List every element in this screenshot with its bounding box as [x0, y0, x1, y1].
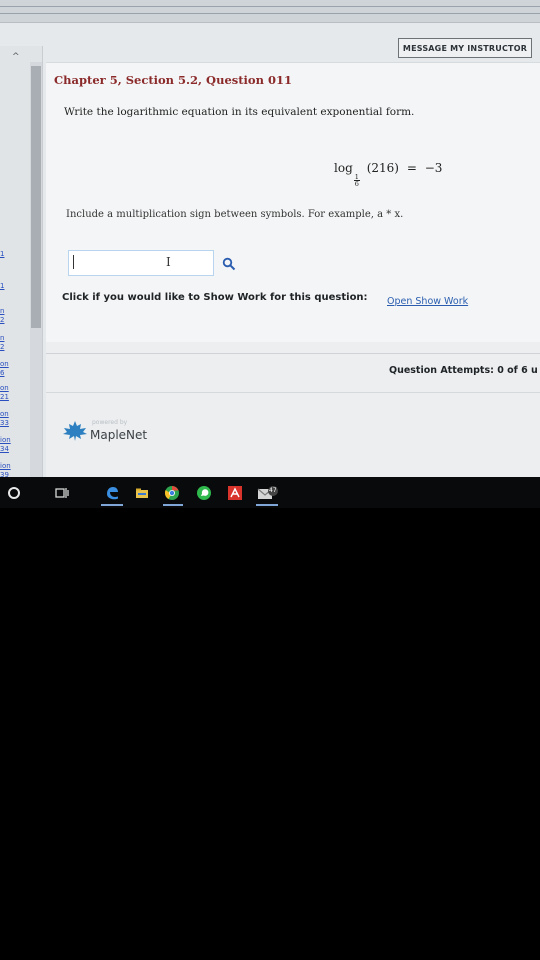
sidebar-link[interactable]: ion	[0, 436, 11, 444]
powered-by-label: powered by	[92, 419, 128, 426]
taskbar-active-indicator	[163, 504, 183, 506]
equation-result: −3	[424, 161, 443, 175]
ibeam-cursor-icon: I	[166, 255, 171, 269]
whatsapp-icon[interactable]	[195, 484, 213, 502]
sidebar-link[interactable]: 1	[0, 250, 4, 258]
sidebar-link[interactable]: 21	[0, 393, 9, 401]
log-base-denominator: 6	[354, 180, 359, 188]
equals-sign: =	[406, 161, 417, 175]
question-instruction: Write the logarithmic equation in its eq…	[64, 106, 415, 118]
chrome-icon[interactable]	[163, 484, 181, 502]
divider	[46, 353, 540, 354]
maplenet-logo-text: MapleNet	[90, 428, 148, 442]
show-work-prompt: Click if you would like to Show Work for…	[62, 292, 368, 303]
mail-badge: 47	[269, 487, 277, 494]
sidebar-link[interactable]: 1	[0, 282, 4, 290]
task-view-icon[interactable]	[54, 485, 70, 501]
log-base: 16	[353, 174, 360, 188]
sidebar-link[interactable]: n	[0, 307, 4, 315]
log-argument: (216)	[366, 161, 399, 175]
mail-icon[interactable]: 47	[256, 484, 280, 502]
magnifier-icon[interactable]	[222, 257, 236, 271]
sidebar-link[interactable]: 2	[0, 316, 4, 324]
maple-leaf-icon	[63, 421, 87, 441]
message-instructor-button[interactable]: MESSAGE MY INSTRUCTOR	[398, 38, 532, 58]
browser-top-bar	[0, 0, 540, 23]
cortana-icon[interactable]	[6, 485, 22, 501]
sidebar-link[interactable]: 33	[0, 419, 9, 427]
windows-taskbar: 47	[0, 477, 540, 508]
sidebar-link[interactable]: on	[0, 384, 9, 392]
sidebar-scrollbar-thumb[interactable]	[31, 66, 41, 328]
taskbar-active-indicator	[256, 504, 278, 506]
sidebar-link[interactable]: ion	[0, 462, 11, 470]
sidebar-link[interactable]: on	[0, 410, 9, 418]
log-label: log	[334, 161, 353, 175]
sidebar-link[interactable]: n	[0, 334, 4, 342]
question-heading: Chapter 5, Section 5.2, Question 011	[54, 73, 292, 87]
sidebar-link[interactable]: 2	[0, 343, 4, 351]
sidebar-link[interactable]: 6	[0, 369, 4, 377]
file-explorer-icon[interactable]	[134, 485, 150, 501]
taskbar-active-indicator	[101, 504, 123, 506]
question-footer-area	[46, 342, 540, 488]
sidebar-link[interactable]: on	[0, 360, 9, 368]
log-equation: log 1 6 (216) = −3	[334, 161, 442, 187]
acrobat-icon[interactable]	[226, 484, 244, 502]
input-hint: Include a multiplication sign between sy…	[66, 209, 404, 220]
edge-icon[interactable]	[103, 484, 121, 502]
scroll-up-icon[interactable]: ^	[12, 52, 20, 62]
text-caret	[73, 255, 74, 269]
divider	[46, 392, 540, 393]
sidebar-link[interactable]: 34	[0, 445, 9, 453]
open-show-work-link[interactable]: Open Show Work	[387, 296, 468, 307]
answer-input[interactable]	[68, 250, 214, 276]
question-attempts: Question Attempts: 0 of 6 u	[389, 365, 538, 376]
browser-screen: MESSAGE MY INSTRUCTOR ^ 1 1 n 2 n 2 on 6…	[0, 0, 540, 488]
